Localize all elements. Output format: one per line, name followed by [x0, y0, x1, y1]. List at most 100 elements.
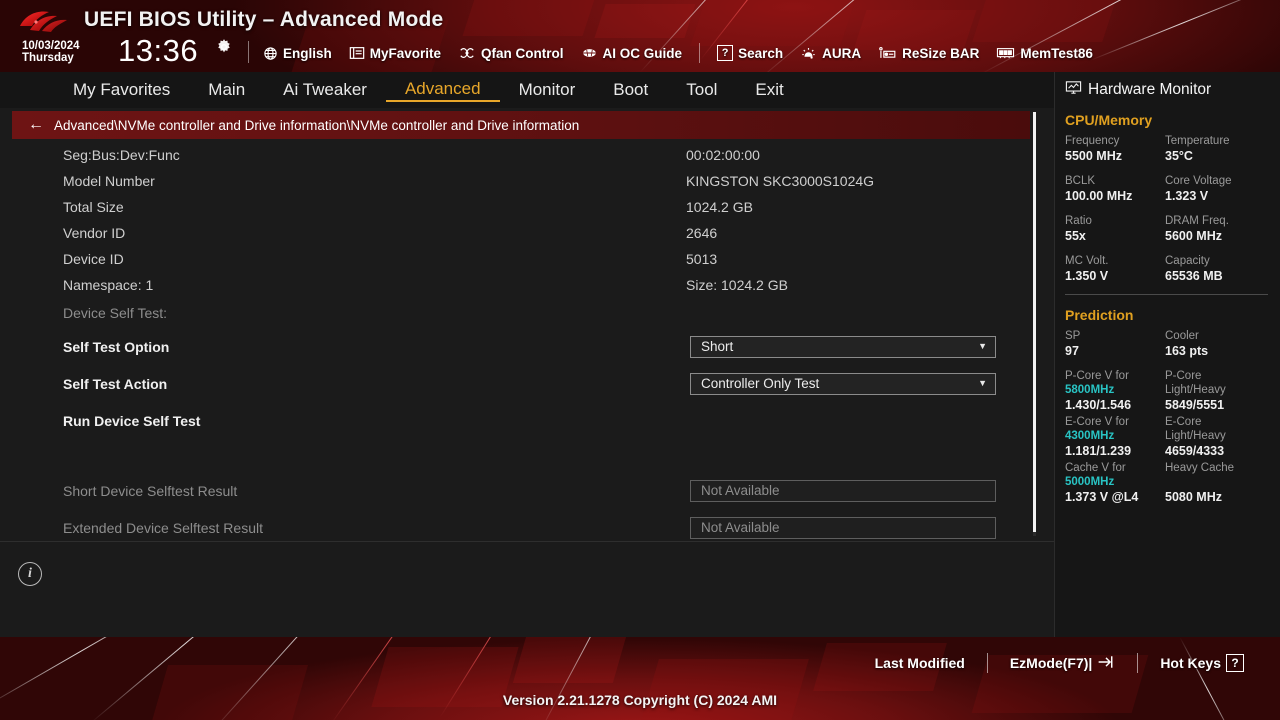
tab-tool[interactable]: Tool [667, 80, 736, 100]
hm-key-highlight: 5000MHz [1065, 476, 1115, 488]
row-label: Model Number [63, 173, 155, 189]
hm-key: MC Volt. [1065, 255, 1109, 267]
tab-my-favorites[interactable]: My Favorites [54, 80, 189, 100]
hm-cell-dram-freq: DRAM Freq. 5600 MHz [1165, 214, 1265, 244]
hm-value: 97 [1065, 344, 1079, 358]
field-value: Not Available [701, 483, 780, 498]
hm-cell-pcore-light-heavy: P-Core Light/Heavy 5849/5551 [1165, 369, 1265, 413]
row-label: Extended Device Selftest Result [63, 519, 263, 536]
hm-cell-bclk: BCLK 100.00 MHz [1065, 174, 1165, 204]
tab-exit[interactable]: Exit [736, 80, 802, 100]
ez-mode-button[interactable]: EzMode(F7)| [988, 654, 1137, 673]
row-value: 1024.2 GB [686, 199, 753, 215]
hm-value: 55x [1065, 229, 1086, 243]
row-self-test-action: Self Test Action Controller Only Test ▼ [0, 365, 1030, 402]
date-display: 10/03/2024 Thursday [22, 40, 80, 64]
hot-keys-button[interactable]: Hot Keys ? [1138, 654, 1266, 672]
breadcrumb-path: Advanced\NVMe controller and Drive infor… [54, 117, 580, 133]
row-namespace: Namespace: 1 Size: 1024.2 GB [0, 272, 1030, 298]
toolbar-item-memtest86[interactable]: MemTest86 [996, 46, 1093, 61]
aura-light-icon [800, 46, 817, 61]
info-icon[interactable]: i [18, 562, 42, 586]
toolbar-label: AI OC Guide [602, 45, 683, 61]
hm-cell-ratio: Ratio 55x [1065, 214, 1165, 244]
last-modified-button[interactable]: Last Modified [853, 655, 987, 671]
footer-actions: Last Modified EzMode(F7)| Hot Keys ? [853, 653, 1266, 673]
gear-icon[interactable] [215, 38, 233, 56]
hm-value: 1.373 V @L4 [1065, 490, 1139, 504]
vertical-scrollbar[interactable] [1033, 112, 1036, 536]
hot-keys-label: Hot Keys [1160, 655, 1221, 671]
row-self-test-option: Self Test Option Short ▼ [0, 328, 1030, 365]
toolbar-item-qfan-control[interactable]: Qfan Control [458, 46, 564, 61]
hm-key: SP [1065, 330, 1081, 342]
scrollbar-thumb[interactable] [1033, 112, 1036, 532]
hm-key: Ratio [1065, 215, 1092, 227]
row-value: 2646 [686, 225, 718, 241]
sidebar-section-cpu-memory: CPU/Memory [1065, 112, 1153, 128]
tab-monitor[interactable]: Monitor [500, 80, 595, 100]
toolbar-item-ai-oc-guide[interactable]: AI OC Guide [581, 45, 683, 61]
clock-display: 13:36 [118, 33, 199, 68]
toolbar-label: MyFavorite [369, 45, 442, 61]
row-label: Self Test Option [63, 338, 170, 355]
hm-value: 4659/4333 [1165, 444, 1225, 458]
hm-value: 1.430/1.546 [1065, 398, 1132, 412]
hm-row-ecore: E-Core V for 4300MHz 1.181/1.239 E-Core … [1065, 415, 1280, 459]
breadcrumb[interactable]: ← Advanced\NVMe controller and Drive inf… [12, 111, 1030, 139]
tab-advanced[interactable]: Advanced [385, 79, 500, 102]
hm-value: 5600 MHz [1165, 229, 1222, 243]
cpu-memory-grid: Frequency 5500 MHz Temperature 35°C BCLK… [1055, 128, 1280, 284]
toolbar-label: Search [738, 45, 784, 61]
row-seg-bus-dev-func: Seg:Bus:Dev:Func 00:02:00:00 [0, 142, 1030, 168]
hm-cell-ecore-light-heavy: E-Core Light/Heavy 4659/4333 [1165, 415, 1265, 459]
row-device-id: Device ID 5013 [0, 246, 1030, 272]
hardware-monitor-sidebar: Hardware Monitor CPU/Memory Frequency 55… [1054, 72, 1280, 637]
hm-cell-capacity: Capacity 65536 MB [1165, 254, 1265, 284]
toolbar-item-resize-bar[interactable]: ReSize BAR [878, 46, 979, 61]
hm-row: BCLK 100.00 MHz Core Voltage 1.323 V [1065, 174, 1280, 204]
toolbar-item-myfavorite[interactable]: MyFavorite [349, 46, 441, 61]
toolbar-item-aura[interactable]: AURA [800, 46, 861, 61]
back-arrow-icon[interactable]: ← [28, 117, 44, 133]
hm-row: SP 97 Cooler 163 pts [1065, 329, 1280, 359]
hm-key-highlight: 5800MHz [1065, 384, 1115, 396]
hm-value: 5080 MHz [1165, 490, 1222, 504]
row-label: Short Device Selftest Result [63, 482, 238, 499]
toolbar-item-english[interactable]: English [263, 46, 332, 61]
row-device-self-test-header: Device Self Test: [0, 298, 1030, 328]
hm-key-2: Light/Heavy [1165, 430, 1226, 442]
arrow-into-box-icon [1097, 654, 1115, 673]
row-model-number: Model Number KINGSTON SKC3000S1024G [0, 168, 1030, 194]
hm-cell-ecore-voltage: E-Core V for 4300MHz 1.181/1.239 [1065, 415, 1165, 459]
hm-key: DRAM Freq. [1165, 215, 1229, 227]
row-run-device-self-test[interactable]: Run Device Self Test [0, 402, 1030, 440]
hm-cell-core-voltage: Core Voltage 1.323 V [1165, 174, 1265, 204]
field-value: Not Available [701, 520, 780, 535]
footer-bar: Last Modified EzMode(F7)| Hot Keys ? Ver… [0, 637, 1280, 720]
tab-ai-tweaker[interactable]: Ai Tweaker [264, 80, 386, 100]
tab-boot[interactable]: Boot [594, 80, 667, 100]
short-result-field: Not Available [690, 479, 996, 502]
hm-cell-sp: SP 97 [1065, 329, 1165, 359]
hm-key: Frequency [1065, 135, 1120, 147]
self-test-option-dropdown[interactable]: Short ▼ [690, 335, 996, 358]
hm-cell-cooler: Cooler 163 pts [1165, 329, 1265, 359]
hm-cell-heavy-cache: Heavy Cache 5080 MHz [1165, 461, 1265, 505]
tab-main[interactable]: Main [189, 80, 264, 100]
hm-cell-pcore-voltage: P-Core V for 5800MHz 1.430/1.546 [1065, 369, 1165, 413]
page-title: UEFI BIOS Utility – Advanced Mode [84, 8, 444, 31]
row-vendor-id: Vendor ID 2646 [0, 220, 1030, 246]
hm-key: Temperature [1165, 135, 1230, 147]
hm-row: Ratio 55x DRAM Freq. 5600 MHz [1065, 214, 1280, 244]
self-test-action-dropdown[interactable]: Controller Only Test ▼ [690, 372, 996, 395]
ez-mode-label: EzMode(F7)| [1009, 655, 1093, 671]
settings-list: Seg:Bus:Dev:Func 00:02:00:00 Model Numbe… [0, 142, 1030, 546]
hm-value: 163 pts [1165, 344, 1209, 358]
hm-key: BCLK [1065, 175, 1096, 187]
hm-cell-temperature: Temperature 35°C [1165, 134, 1265, 164]
resize-bar-icon [878, 46, 897, 61]
row-short-selftest-result: Short Device Selftest Result Not Availab… [0, 472, 1030, 509]
hm-key-highlight: 4300MHz [1065, 430, 1115, 442]
toolbar-item-search[interactable]: ? Search [717, 45, 783, 61]
